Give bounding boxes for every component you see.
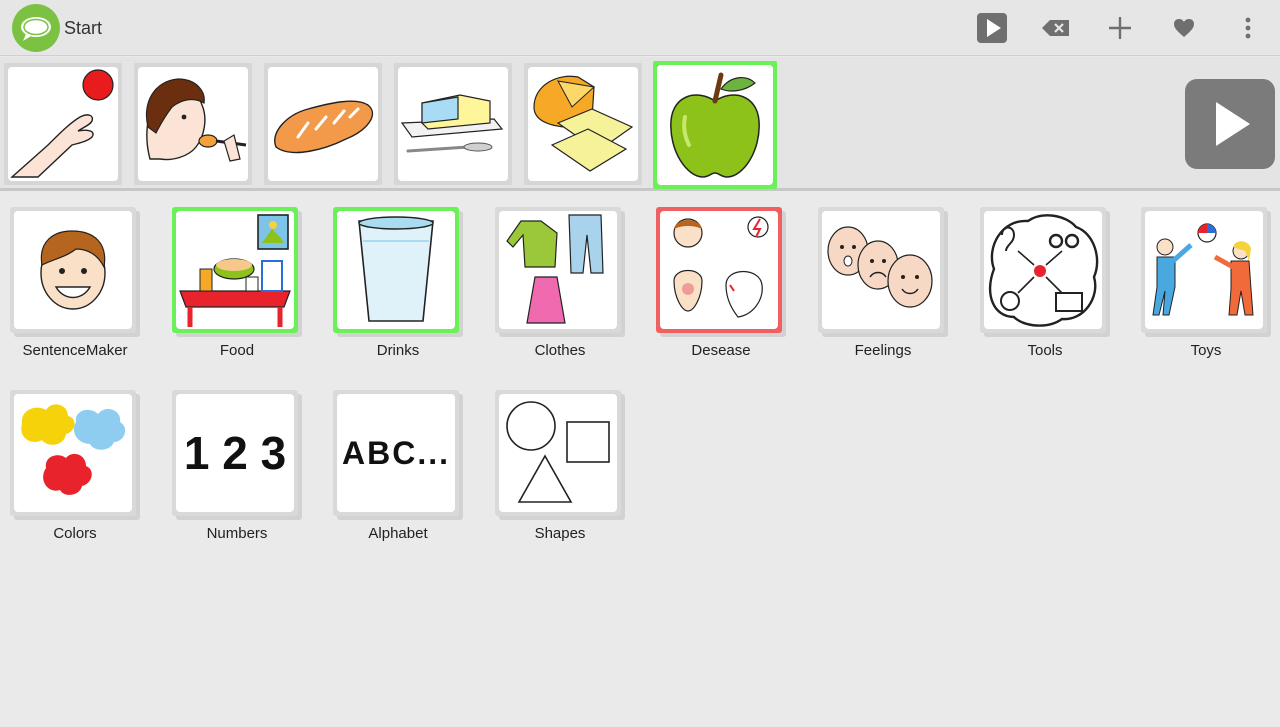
paint-splash-icon — [21, 404, 126, 495]
add-button[interactable] — [1102, 10, 1138, 46]
more-vert-icon — [1245, 17, 1251, 39]
tile-label: Feelings — [854, 342, 912, 359]
tools-icon — [988, 214, 1099, 327]
tile-card — [495, 207, 621, 333]
tile-card — [818, 207, 944, 333]
play-icon — [1216, 102, 1250, 146]
app-logo-icon[interactable] — [12, 4, 60, 52]
sentence-item-give[interactable] — [4, 63, 122, 185]
backspace-button[interactable] — [1038, 10, 1074, 46]
tile-card — [172, 207, 298, 333]
faces-icon — [827, 226, 933, 308]
tile-card — [980, 207, 1106, 333]
app-bar: Start — [0, 0, 1280, 56]
cheese-icon — [533, 75, 634, 172]
tile-card — [10, 207, 136, 333]
boy-face-icon — [40, 230, 106, 310]
play-button[interactable] — [974, 10, 1010, 46]
eat-spoon-icon — [146, 78, 247, 162]
tile-label: Desease — [691, 342, 751, 359]
sentence-item-cheese[interactable] — [524, 63, 642, 185]
numbers-icon: 1 2 3 — [183, 427, 287, 479]
tile-card — [1141, 207, 1267, 333]
bread-icon — [274, 100, 374, 154]
alphabet-icon: ABC... — [342, 434, 450, 471]
category-clothes[interactable]: Clothes — [495, 207, 625, 367]
butter-icon — [400, 94, 504, 153]
glass-water-icon — [358, 216, 434, 322]
app-title: Start — [64, 18, 103, 38]
sentence-item-apple[interactable] — [653, 61, 777, 189]
tile-card: ABC... — [333, 390, 459, 516]
sentence-bar — [0, 57, 1280, 191]
overflow-menu-button[interactable] — [1230, 10, 1266, 46]
speak-sentence-button[interactable] — [1185, 79, 1275, 169]
category-drinks[interactable]: Drinks — [333, 207, 463, 367]
category-shapes[interactable]: Shapes — [495, 390, 625, 550]
tile-label: Shapes — [534, 525, 586, 542]
sentence-item-eat[interactable] — [134, 63, 252, 185]
category-food[interactable]: Food — [172, 207, 302, 367]
category-colors[interactable]: Colors — [10, 390, 140, 550]
category-sentencemaker[interactable]: SentenceMaker — [10, 207, 140, 367]
tile-label: Alphabet — [368, 525, 428, 542]
clothes-icon — [506, 214, 604, 324]
category-toys[interactable]: Toys — [1141, 207, 1271, 367]
disease-icon — [673, 216, 769, 318]
shapes-icon — [506, 401, 610, 503]
give-hand-ball-icon — [10, 69, 114, 178]
tile-label: Numbers — [206, 525, 268, 542]
category-feelings[interactable]: Feelings — [818, 207, 948, 367]
sentence-item-bread[interactable] — [264, 63, 382, 185]
tile-label: Toys — [1190, 342, 1222, 359]
plus-icon — [1109, 17, 1131, 39]
heart-icon — [1174, 19, 1194, 37]
apple-icon — [670, 72, 760, 178]
tile-card — [333, 207, 459, 333]
category-alphabet[interactable]: ABC... Alphabet — [333, 390, 463, 550]
tile-card — [10, 390, 136, 516]
favorite-button[interactable] — [1166, 10, 1202, 46]
play-icon — [977, 13, 1007, 43]
category-desease[interactable]: Desease — [656, 207, 786, 367]
tile-label: Tools — [1027, 342, 1063, 359]
tile-label: Food — [219, 342, 255, 359]
tile-card: 1 2 3 — [172, 390, 298, 516]
tile-label: Drinks — [376, 342, 420, 359]
kids-ball-icon — [1152, 223, 1254, 316]
tile-label: Colors — [53, 525, 97, 542]
category-numbers[interactable]: 1 2 3 Numbers — [172, 390, 302, 550]
category-tools[interactable]: Tools — [980, 207, 1110, 367]
sentence-item-butter[interactable] — [394, 63, 512, 185]
tile-label: SentenceMaker — [22, 342, 128, 359]
food-table-icon — [179, 214, 291, 327]
tile-card — [495, 390, 621, 516]
backspace-icon — [1042, 20, 1069, 36]
tile-card — [656, 207, 782, 333]
tile-label: Clothes — [534, 342, 586, 359]
